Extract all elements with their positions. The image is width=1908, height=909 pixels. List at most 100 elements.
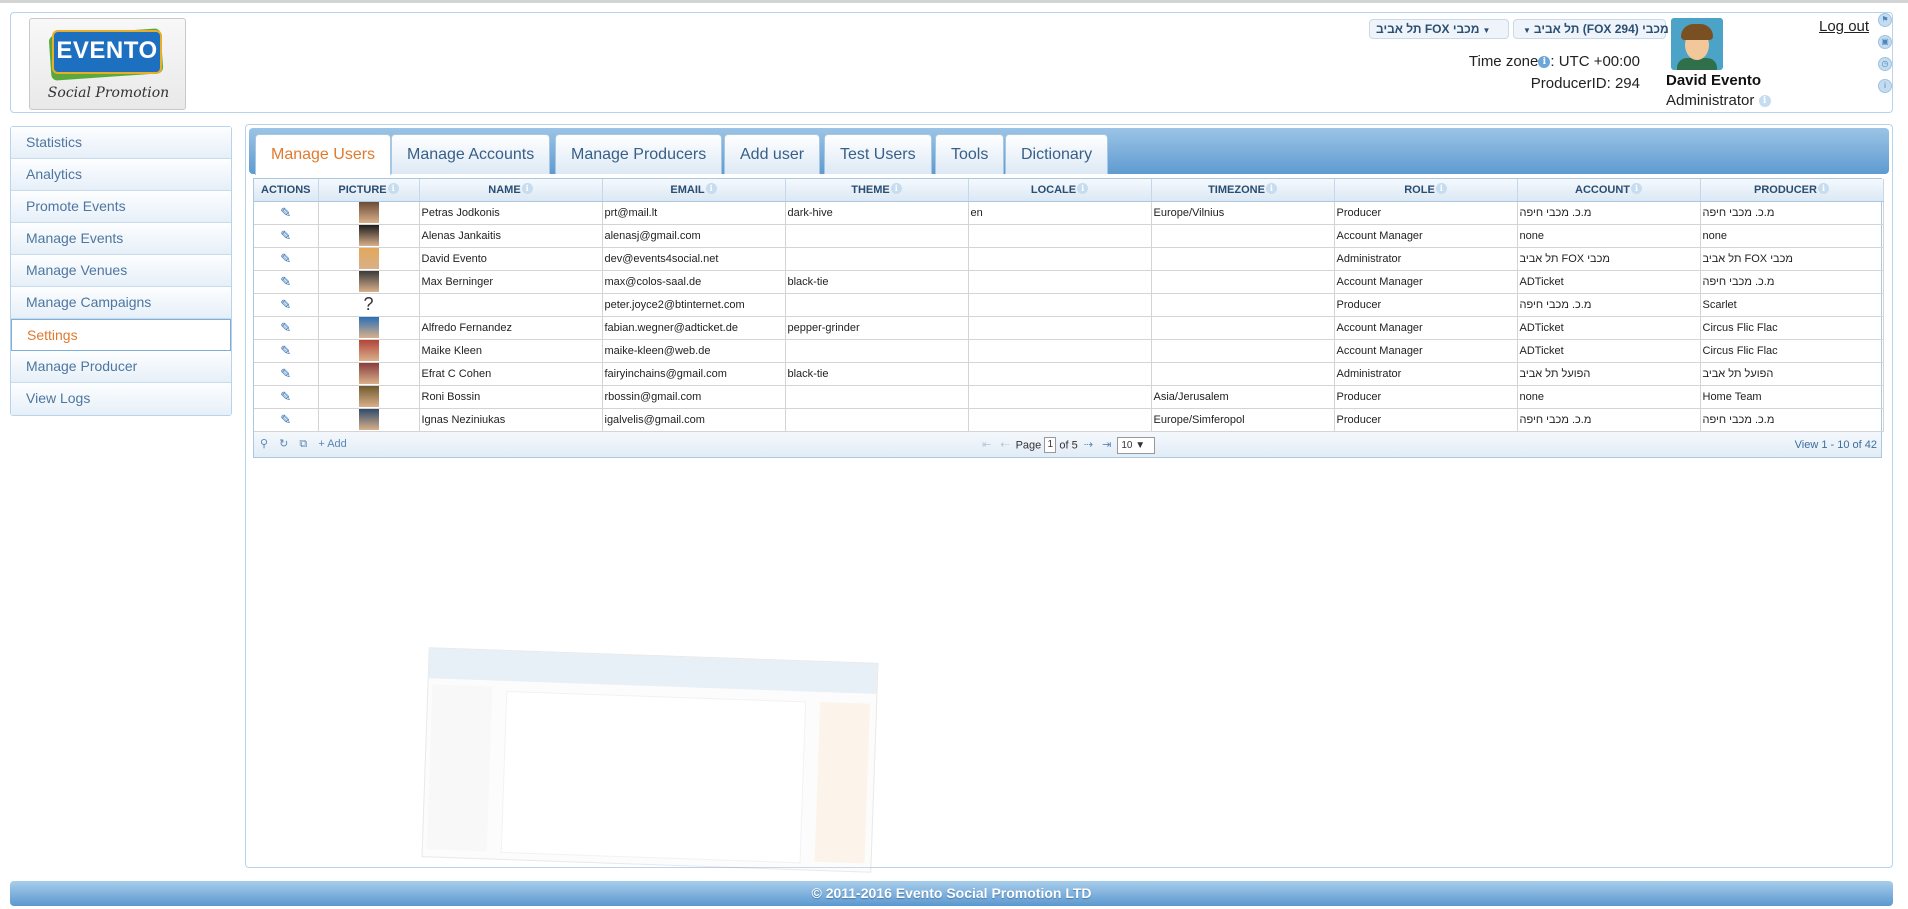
page-label: Page — [1015, 438, 1042, 451]
edit-icon[interactable]: ✎ — [254, 224, 319, 248]
cell-timezone — [1151, 293, 1335, 317]
sidebar-item-analytics[interactable]: Analytics — [11, 159, 231, 191]
table-row[interactable]: ✎ Max Berninger max@colos-saal.de black-tie… — [254, 270, 1884, 294]
question-icon: ? — [363, 294, 374, 314]
cell-theme — [785, 408, 969, 432]
cell-role: Producer — [1334, 201, 1518, 225]
table-row[interactable]: ✎ Efrat C Cohen fairyinchains@gmail.com bla… — [254, 362, 1884, 386]
sidebar-item-view-logs[interactable]: View Logs — [11, 383, 231, 415]
edit-icon[interactable]: ✎ — [254, 270, 319, 294]
tab-tools[interactable]: Tools — [935, 134, 1005, 174]
tab-manage-users[interactable]: Manage Users — [255, 134, 392, 175]
tab-add-user[interactable]: Add user — [724, 134, 821, 174]
producer-select[interactable]: ▼ תל אביב (FOX 294) מכבי — [1513, 19, 1669, 39]
clock-icon[interactable]: ◷ — [1878, 57, 1892, 71]
rows-per-page-select[interactable]: 10 ▼ — [1117, 436, 1156, 454]
account-select-value: תל אביב FOX מכבי — [1376, 22, 1480, 36]
table-row[interactable]: ✎ Alenas Jankaitis alenasj@gmail.com Accoun… — [254, 224, 1884, 248]
account-select[interactable]: תל אביב FOX מכבי ▼ — [1369, 19, 1509, 39]
cell-timezone — [1151, 247, 1335, 271]
table-row[interactable]: ✎ Petras Jodkonis prt@mail.lt dark-hive en Eu… — [254, 201, 1884, 225]
info-icon[interactable]: i — [1878, 79, 1892, 93]
search-icon[interactable]: ⚲ — [260, 438, 268, 450]
edit-icon[interactable]: ✎ — [254, 385, 319, 409]
cell-name: Alenas Jankaitis — [419, 224, 603, 248]
info-icon[interactable]: i — [1758, 95, 1771, 107]
col-header-locale[interactable]: LOCALE i — [968, 179, 1152, 202]
tab-manage-accounts[interactable]: Manage Accounts — [391, 134, 551, 174]
last-page-icon[interactable]: ⇥ — [1102, 439, 1111, 451]
table-row[interactable]: ✎ David Evento dev@events4social.net Admini… — [254, 247, 1884, 271]
cell-timezone: Europe/Vilnius — [1151, 201, 1335, 225]
add-label: Add — [327, 437, 347, 450]
prev-page-icon[interactable]: ⇠ — [1000, 439, 1009, 451]
cell-role: Account Manager — [1334, 339, 1518, 363]
sidebar-item-manage-venues[interactable]: Manage Venues — [11, 255, 231, 287]
table-row[interactable]: ✎ Alfredo Fernandez fabian.wegner@adticket… — [254, 316, 1884, 340]
tab-manage-producers[interactable]: Manage Producers — [555, 134, 723, 174]
first-page-icon[interactable]: ⇤ — [982, 439, 991, 451]
logo[interactable]: EVENTO Social Promotion — [29, 18, 186, 110]
sidebar-item-promote-events[interactable]: Promote Events — [11, 191, 231, 223]
pager-tools: ⚲ ↻ ⧉ + Add — [260, 437, 363, 451]
cell-name: Roni Bossin — [419, 385, 603, 409]
user-picture — [318, 247, 420, 271]
col-header-email[interactable]: EMAIL i — [602, 179, 786, 202]
cell-role: Administrator — [1334, 362, 1518, 386]
cell-timezone — [1151, 339, 1335, 363]
cell-theme — [785, 385, 969, 409]
col-header-producer[interactable]: PRODUCER i — [1700, 179, 1884, 202]
edit-icon[interactable]: ✎ — [254, 247, 319, 271]
cell-email: fairyinchains@gmail.com — [602, 362, 786, 386]
cell-theme: black-tie — [785, 362, 969, 386]
edit-icon[interactable]: ✎ — [254, 362, 319, 386]
flag-icon[interactable]: ⚑ — [1878, 13, 1892, 27]
edit-icon[interactable]: ✎ — [254, 201, 319, 225]
add-button[interactable]: + Add — [318, 438, 354, 450]
edit-icon[interactable]: ✎ — [254, 339, 319, 363]
page-count: of 5 — [1059, 438, 1078, 451]
sidebar-item-settings[interactable]: Settings — [11, 319, 231, 351]
table-row[interactable]: ✎? peter.joyce2@btinternet.com Producer מ.כ… — [254, 293, 1884, 317]
col-header-theme[interactable]: THEME i — [785, 179, 969, 202]
edit-icon[interactable]: ✎ — [254, 316, 319, 340]
table-row[interactable]: ✎ Ignas Neziniukas igalvelis@gmail.com Euro… — [254, 408, 1884, 432]
logo-subtitle: Social Promotion — [47, 85, 170, 101]
edit-icon[interactable]: ✎ — [254, 408, 319, 432]
col-header-actions[interactable]: ACTIONS — [254, 179, 319, 202]
cell-timezone: Europe/Simferopol — [1151, 408, 1335, 432]
sidebar-item-manage-campaigns[interactable]: Manage Campaigns — [11, 287, 231, 319]
col-header-timezone[interactable]: TIMEZONE i — [1151, 179, 1335, 202]
sidebar-item-statistics[interactable]: Statistics — [11, 127, 231, 159]
sidebar-item-manage-producer[interactable]: Manage Producer — [11, 351, 231, 383]
image-icon[interactable]: ▣ — [1878, 35, 1892, 49]
col-header-role[interactable]: ROLE i — [1334, 179, 1518, 202]
table-row[interactable]: ✎ Maike Kleen maike-kleen@web.de Account Ma… — [254, 339, 1884, 363]
cell-account: ADTicket — [1517, 316, 1701, 340]
table-row[interactable]: ✎ Roni Bossin rbossin@gmail.com Asia/Jerusa… — [254, 385, 1884, 409]
columns-icon[interactable]: ⧉ — [299, 438, 307, 450]
cell-name: Maike Kleen — [419, 339, 603, 363]
tab-dictionary[interactable]: Dictionary — [1005, 134, 1109, 174]
col-header-name[interactable]: NAME i — [419, 179, 603, 202]
timezone-row: Time zone i: UTC +00:00 — [1469, 53, 1640, 70]
sidebar-item-manage-events[interactable]: Manage Events — [11, 223, 231, 255]
cell-name: Max Berninger — [419, 270, 603, 294]
refresh-icon[interactable]: ↻ — [279, 438, 288, 450]
next-page-icon[interactable]: ⇢ — [1084, 439, 1093, 451]
timezone-value: : UTC +00:00 — [1550, 53, 1640, 70]
info-icon[interactable]: i — [1538, 56, 1551, 68]
col-header-account[interactable]: ACCOUNT i — [1517, 179, 1701, 202]
user-picture — [318, 339, 420, 363]
cell-locale — [968, 293, 1152, 317]
producer-id: ProducerID: 294 — [1530, 75, 1640, 92]
col-header-picture[interactable]: PICTURE i — [318, 179, 420, 202]
faded-screenshot-image — [421, 647, 879, 873]
edit-icon[interactable]: ✎ — [254, 293, 319, 317]
logout-link[interactable]: Log out — [1819, 18, 1869, 35]
tab-test-users[interactable]: Test Users — [824, 134, 932, 174]
page-input[interactable]: 1 — [1044, 437, 1057, 453]
side-icons: ⚑ ▣ ◷ i — [1878, 13, 1894, 101]
cell-account: הפועל תל אביב — [1517, 362, 1701, 386]
avatar — [358, 409, 379, 430]
